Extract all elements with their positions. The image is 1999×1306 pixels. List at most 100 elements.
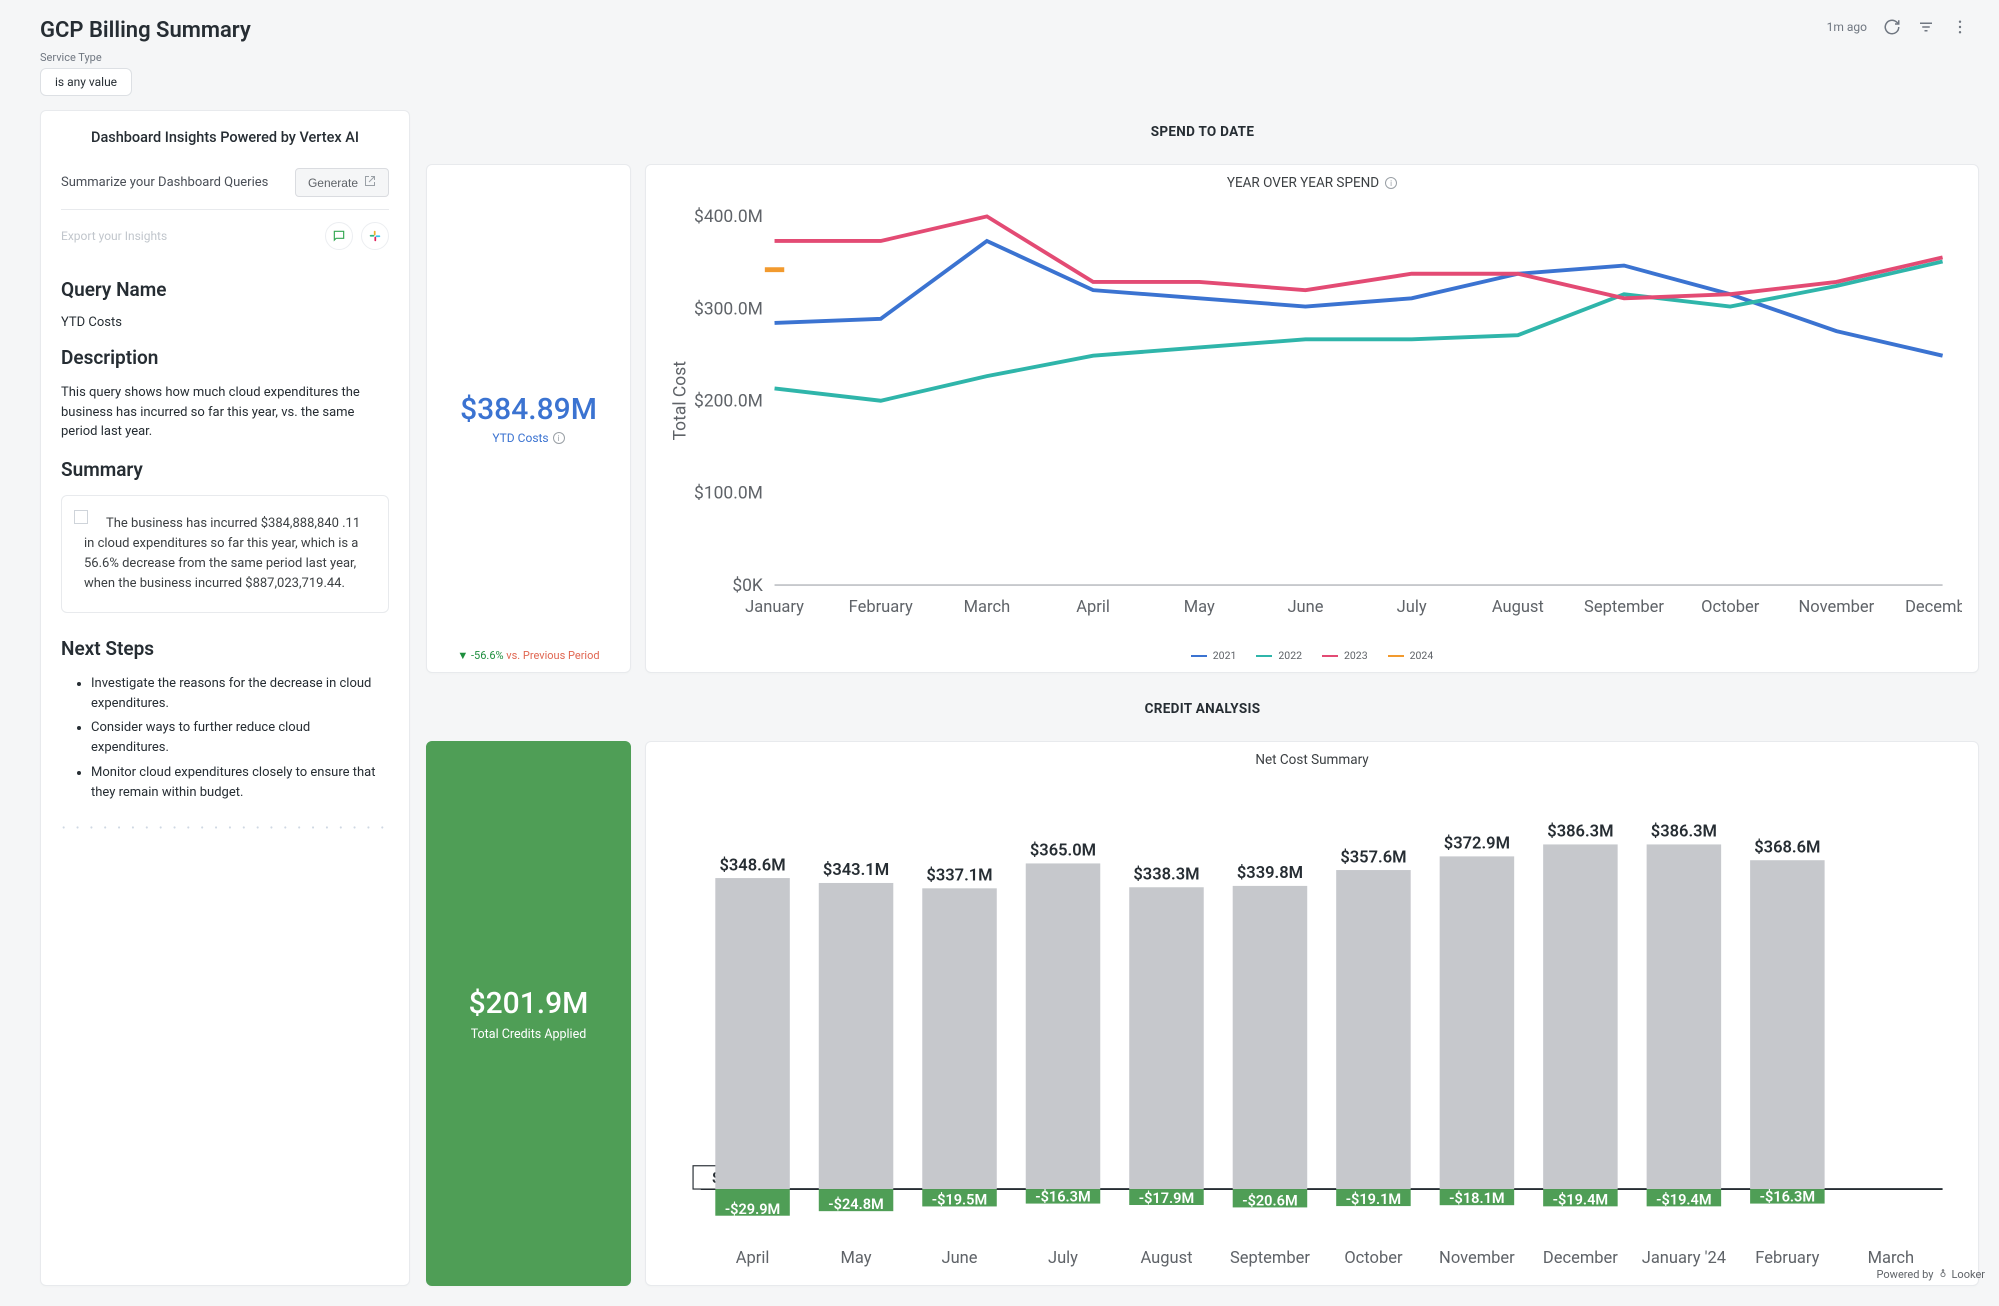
svg-text:February: February — [1755, 1249, 1819, 1268]
net-cost-bar-chart: $0.00$348.6M-$29.9MApril$343.1M-$24.8MMa… — [662, 774, 1962, 1278]
svg-text:-$19.4M: -$19.4M — [1553, 1192, 1608, 1209]
svg-text:December: December — [1905, 598, 1962, 617]
ytd-delta-pct: -56.6% — [471, 649, 504, 662]
svg-text:-$16.3M: -$16.3M — [1760, 1189, 1815, 1206]
yoy-chart-title: YEAR OVER YEAR SPEND — [1227, 175, 1379, 191]
more-icon[interactable] — [1951, 18, 1969, 36]
svg-text:$357.6M: $357.6M — [1340, 849, 1406, 868]
svg-text:-$19.1M: -$19.1M — [1346, 1191, 1401, 1208]
next-step-item: Consider ways to further reduce cloud ex… — [91, 718, 389, 758]
ytd-delta: ▼ -56.6% vs. Previous Period — [457, 649, 599, 662]
summary-text: The business has incurred $384,888,840 .… — [84, 514, 370, 595]
filter-icon[interactable] — [1917, 18, 1935, 36]
svg-text:October: October — [1701, 598, 1760, 617]
legend-item[interactable]: 2022 — [1256, 649, 1302, 662]
next-step-item: Monitor cloud expenditures closely to en… — [91, 763, 389, 803]
filter-label: Service Type — [40, 51, 1959, 64]
svg-text:October: October — [1344, 1249, 1403, 1268]
svg-text:$400.0M: $400.0M — [694, 206, 763, 227]
svg-text:-$19.4M: -$19.4M — [1656, 1192, 1711, 1209]
powered-by-footer: Powered by Looker — [1877, 1268, 1985, 1281]
next-steps-heading: Next Steps — [61, 637, 389, 660]
svg-text:$348.6M: $348.6M — [719, 857, 785, 876]
svg-text:-$29.9M: -$29.9M — [725, 1201, 780, 1218]
svg-text:September: September — [1230, 1249, 1310, 1268]
svg-text:$200.0M: $200.0M — [694, 391, 763, 412]
svg-text:February: February — [849, 598, 913, 617]
generate-button-label: Generate — [308, 176, 358, 190]
query-name-heading: Query Name — [61, 278, 389, 301]
credits-label: Total Credits Applied — [471, 1027, 587, 1042]
service-type-filter[interactable]: is any value — [40, 68, 132, 96]
yoy-line-chart: $0K$100.0M$200.0M$300.0M$400.0MTotal Cos… — [662, 197, 1962, 643]
svg-text:June: June — [1287, 598, 1323, 617]
divider-dots: • • • • • • • • • • • • • • • • • • • • … — [61, 823, 389, 834]
svg-text:August: August — [1140, 1249, 1192, 1268]
generate-button[interactable]: Generate — [295, 168, 389, 197]
svg-text:-$16.3M: -$16.3M — [1035, 1189, 1090, 1206]
info-icon[interactable]: i — [553, 432, 565, 444]
summary-box: The business has incurred $384,888,840 .… — [61, 495, 389, 614]
svg-text:$339.8M: $339.8M — [1237, 864, 1303, 883]
svg-text:May: May — [841, 1249, 872, 1268]
yoy-legend: 2021 2022 2023 2024 — [662, 643, 1962, 666]
svg-text:November: November — [1799, 598, 1875, 617]
insights-card: Dashboard Insights Powered by Vertex AI … — [40, 110, 410, 1286]
next-step-item: Investigate the reasons for the decrease… — [91, 674, 389, 714]
net-cost-title: Net Cost Summary — [662, 752, 1962, 768]
svg-text:November: November — [1439, 1249, 1515, 1268]
summarize-label: Summarize your Dashboard Queries — [61, 175, 268, 190]
svg-text:$365.0M: $365.0M — [1030, 842, 1096, 861]
svg-text:-$18.1M: -$18.1M — [1449, 1191, 1504, 1208]
legend-item[interactable]: 2021 — [1191, 649, 1237, 662]
spend-section-title: SPEND TO DATE — [426, 110, 1979, 150]
ytd-cost-value: $384.89M — [460, 392, 597, 427]
svg-text:$386.3M: $386.3M — [1651, 823, 1717, 842]
header-actions: 1m ago — [1827, 18, 1969, 36]
next-steps-list: Investigate the reasons for the decrease… — [61, 674, 389, 803]
svg-text:-$17.9M: -$17.9M — [1139, 1190, 1194, 1207]
summary-heading: Summary — [61, 458, 389, 481]
svg-text:$0K: $0K — [732, 575, 763, 596]
svg-text:September: September — [1584, 598, 1664, 617]
ytd-cost-label: YTD Costs — [492, 431, 548, 445]
svg-text:Total Cost: Total Cost — [670, 361, 690, 441]
svg-text:$372.9M: $372.9M — [1444, 835, 1510, 854]
credits-value: $201.9M — [469, 986, 589, 1021]
svg-text:-$19.5M: -$19.5M — [932, 1192, 987, 1209]
credits-kpi: $201.9M Total Credits Applied — [426, 741, 631, 1285]
net-cost-chart-card: Net Cost Summary $0.00$348.6M-$29.9MApri… — [645, 741, 1979, 1285]
svg-text:January: January — [745, 598, 804, 617]
looker-logo-icon — [1938, 1268, 1948, 1281]
yoy-chart-card: YEAR OVER YEAR SPEND i $0K $100.0M $200.0M… — [645, 164, 1979, 673]
legend-item[interactable]: 2023 — [1322, 649, 1368, 662]
description-text: This query shows how much cloud expendit… — [61, 383, 389, 442]
slack-export-icon[interactable] — [361, 222, 389, 250]
page-title: GCP Billing Summary — [40, 18, 251, 43]
info-icon[interactable]: i — [1385, 177, 1397, 189]
svg-text:March: March — [1868, 1249, 1915, 1268]
svg-text:$100.0M: $100.0M — [694, 483, 763, 504]
insights-title: Dashboard Insights Powered by Vertex AI — [61, 129, 389, 146]
svg-text:-$20.6M: -$20.6M — [1242, 1193, 1297, 1210]
svg-text:December: December — [1543, 1249, 1618, 1268]
svg-text:January '24: January '24 — [1642, 1249, 1726, 1268]
query-name: YTD Costs — [61, 315, 389, 330]
ytd-cost-kpi: $384.89M YTD Costs i ▼ -56.6% vs. Previo… — [426, 164, 631, 673]
svg-text:-$24.8M: -$24.8M — [828, 1196, 883, 1213]
svg-text:April: April — [1076, 598, 1110, 617]
chat-export-icon[interactable] — [325, 222, 353, 250]
export-label: Export your Insights — [61, 229, 167, 243]
description-heading: Description — [61, 346, 389, 369]
svg-text:$343.1M: $343.1M — [823, 861, 889, 880]
open-icon — [364, 175, 376, 190]
svg-text:$338.3M: $338.3M — [1133, 866, 1199, 885]
legend-item[interactable]: 2024 — [1388, 649, 1434, 662]
refresh-icon[interactable] — [1883, 18, 1901, 36]
svg-text:$386.3M: $386.3M — [1547, 823, 1613, 842]
svg-text:$337.1M: $337.1M — [926, 867, 992, 886]
svg-text:August: August — [1492, 598, 1544, 617]
svg-text:July: July — [1048, 1249, 1078, 1268]
svg-text:$368.6M: $368.6M — [1754, 839, 1820, 858]
svg-text:June: June — [942, 1249, 978, 1268]
